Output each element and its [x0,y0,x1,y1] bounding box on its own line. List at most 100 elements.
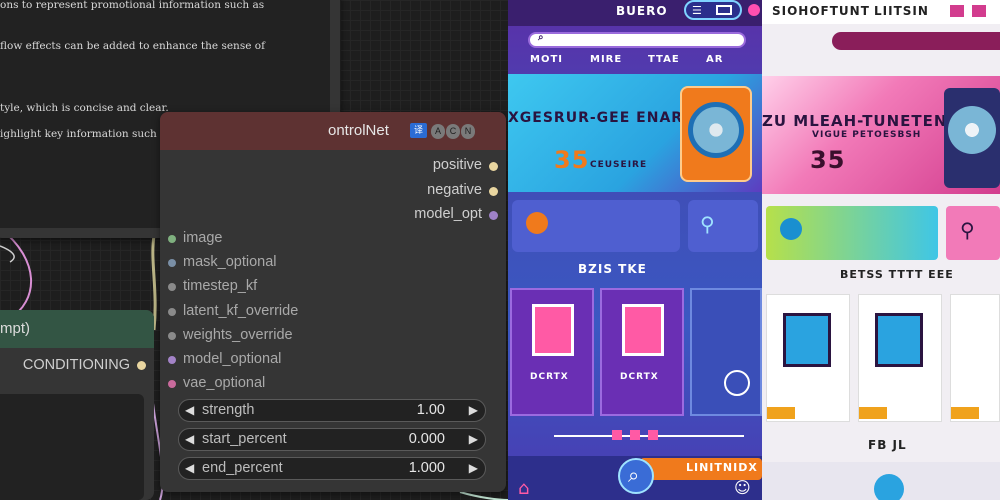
product-caption: DCRTX [530,372,569,382]
cooler-fan-image [944,88,1000,188]
input-label: mask_optional [183,254,277,270]
promo-text: LINITNIDX [686,461,758,474]
hero-price: 35 [554,146,590,174]
input-model-optional[interactable]: model_optional [160,351,360,371]
feature-card: ⚲ [688,200,758,252]
output-positive[interactable]: positive [306,157,506,177]
search-icon: ⌕ [538,32,544,43]
output-negative[interactable]: negative [306,182,506,202]
input-weights-override[interactable]: weights_override [160,327,360,347]
price-tag [951,407,979,419]
cart-icon [724,370,750,396]
product-image [783,313,831,367]
input-slot-dot[interactable] [168,356,176,364]
input-slot-dot[interactable] [168,332,176,340]
menu-icon: ☰ [692,4,702,17]
node-title: mpt) [0,320,30,337]
widget-name: strength [202,402,255,418]
input-vae-optional[interactable]: vae_optional [160,375,360,395]
translate-icon[interactable]: 译 [410,123,427,138]
output-label: negative [427,182,482,198]
increment-arrow-icon[interactable]: ▶ [469,403,478,417]
menu-button: ☰ [684,0,742,20]
text-line: ons to represent promotional information… [0,0,265,11]
input-timestep-kf[interactable]: timestep_kf [160,278,360,298]
product-image [622,304,664,356]
cooler-fan-image [680,86,752,182]
decrement-arrow-icon[interactable]: ◀ [185,461,194,475]
decrement-arrow-icon[interactable]: ◀ [185,403,194,417]
input-slot-dot[interactable] [168,259,176,267]
node-header[interactable]: ontrolNet 译 A C N [160,112,506,150]
end-percent-widget[interactable]: ◀ end_percent 1.000 ▶ [178,457,486,480]
strength-widget[interactable]: ◀ strength 1.00 ▶ [178,399,486,422]
input-label: latent_kf_override [183,303,299,319]
decrement-arrow-icon[interactable]: ◀ [185,432,194,446]
node-header[interactable]: mpt) [0,310,154,348]
header-title: BUERO [616,4,668,18]
increment-arrow-icon[interactable]: ▶ [469,461,478,475]
input-label: model_optional [183,351,282,367]
text-line: flow effects can be added to enhance the… [0,40,265,52]
input-label: timestep_kf [183,278,258,294]
increment-arrow-icon[interactable]: ▶ [469,432,478,446]
nav-item: AR [706,54,724,65]
feature-card [512,200,680,252]
widget-name: start_percent [202,431,287,447]
promo-banner: LINITNIDX [640,458,762,480]
fan-icon [948,106,996,154]
prompt-text-area[interactable] [0,394,144,500]
output-slot-dot[interactable] [489,162,498,171]
node-badge-c: C [446,124,460,139]
mail-icon [950,5,964,17]
nav-item: MIRE [590,54,623,65]
input-slot-dot[interactable] [168,380,176,388]
hero-price: 35 [810,146,846,174]
output-label: positive [432,157,482,173]
input-label: weights_override [183,327,293,343]
hero-subtitle: CEUSEIRE [590,160,648,170]
footer-text: FB JL [868,438,907,452]
tool-icon: ⚲ [960,218,975,242]
product-card [766,294,850,422]
generated-image-b: SIOHOFTUNT LIITSIN ZU MLEAH-TUNETENALLE … [762,0,1000,500]
input-label: vae_optional [183,375,266,391]
input-latent-kf-override[interactable]: latent_kf_override [160,303,360,323]
product-image [875,313,923,367]
header-right: LIITSIN [874,4,929,18]
pager-dot [630,430,640,440]
pager-dot [648,430,658,440]
node-title: ontrolNet [328,122,389,139]
header-title: SIOHOFTUNT [772,4,870,18]
widget-name: end_percent [202,460,283,476]
node-editor-canvas[interactable]: ons to represent promotional information… [0,0,508,500]
text-line: tyle, which is concise and clear. [0,102,169,114]
input-mask-optional[interactable]: mask_optional [160,254,360,274]
output-slot-dot[interactable] [489,211,498,220]
input-slot-dot[interactable] [168,283,176,291]
start-percent-widget[interactable]: ◀ start_percent 0.000 ▶ [178,428,486,451]
input-slot-dot[interactable] [168,235,176,243]
headset-icon [526,212,548,234]
hero-subtitle: VIGUE PETOESBSH [812,130,922,140]
product-card [950,294,1000,422]
prompt-node[interactable]: mpt) CONDITIONING [0,310,154,500]
output-slot-dot[interactable] [137,361,146,370]
node-badge-n: N [461,124,475,139]
nav-item: TTAE [648,54,680,65]
output-label: model_opt [414,206,482,222]
input-image[interactable]: image [160,230,360,250]
fan-icon [688,102,744,158]
tool-icon: ⚲ [700,212,715,236]
controlnet-node[interactable]: ontrolNet 译 A C N positive negative mode… [160,112,506,492]
pager-dot [612,430,622,440]
nav-item: MOTI [530,54,563,65]
screen-icon [716,5,732,15]
feature-card: ⚲ [946,206,1000,260]
output-model-opt[interactable]: model_opt [306,206,506,226]
product-card [690,288,762,416]
input-slot-dot[interactable] [168,308,176,316]
output-slot-dot[interactable] [489,187,498,196]
output-label: CONDITIONING [22,357,130,373]
product-card: DCRTX [510,288,594,416]
